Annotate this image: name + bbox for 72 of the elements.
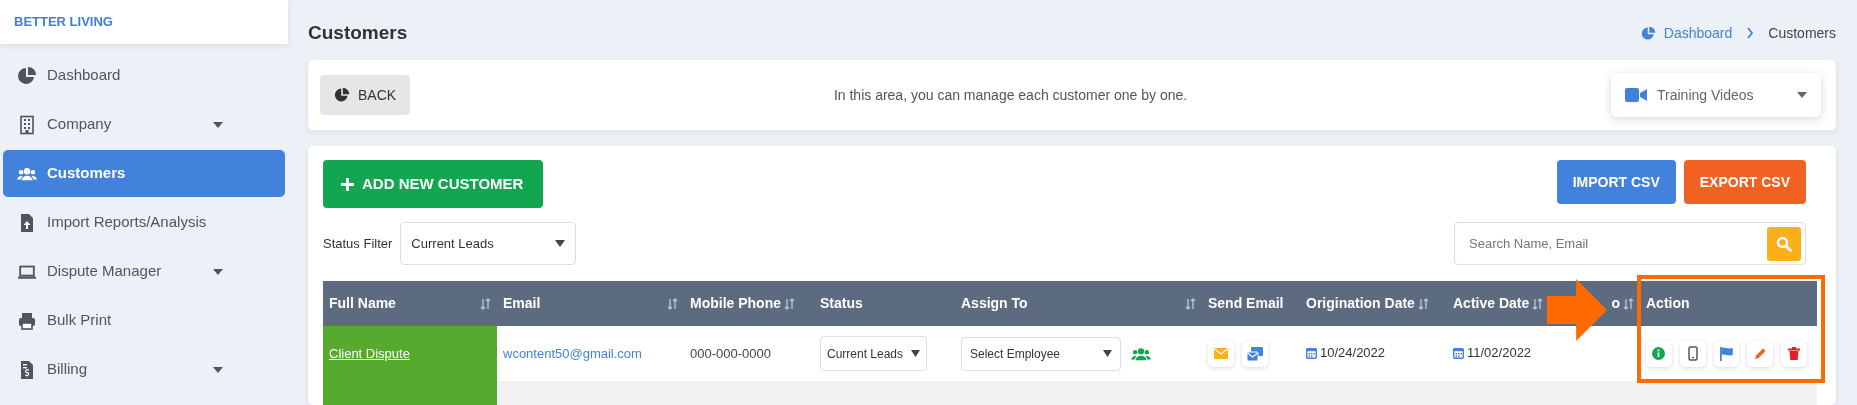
sort-icon[interactable] xyxy=(784,297,795,310)
origination-date: 10/24/2022 xyxy=(1306,342,1386,363)
sort-icon[interactable] xyxy=(1417,297,1429,310)
sidebar-item[interactable]: Bulk Print xyxy=(3,297,285,344)
sidebar-item[interactable]: Import Reports/Analysis xyxy=(3,199,285,246)
caret-icon xyxy=(213,121,223,128)
sidebar-item[interactable]: Billing xyxy=(3,346,285,393)
search-icon xyxy=(1776,235,1792,252)
status-filter-select[interactable]: Current Leads xyxy=(400,222,577,265)
search-field[interactable]: Search Name, Email xyxy=(1454,222,1806,265)
phone-icon xyxy=(1687,346,1698,361)
chevron-icon xyxy=(1746,27,1755,39)
page-title: Customers xyxy=(308,20,408,45)
sort-icon[interactable] xyxy=(1532,297,1544,310)
active-date: 11/02/2022 xyxy=(1453,342,1532,363)
employee-select[interactable]: Select Employee xyxy=(961,336,1121,371)
edit-button[interactable] xyxy=(1747,340,1774,367)
sidebar-item[interactable]: Dispute Manager xyxy=(3,248,285,295)
calendar-icon xyxy=(1306,346,1317,359)
pie-chart-icon xyxy=(1640,25,1656,41)
customer-name-link[interactable]: Client Dispute xyxy=(329,345,410,361)
email-link[interactable]: wcontent50@gmail.com xyxy=(503,345,642,361)
delete-button[interactable] xyxy=(1781,340,1807,367)
video-camera-icon xyxy=(1625,88,1647,102)
training-videos-dropdown[interactable]: Training Videos xyxy=(1611,73,1821,117)
flag-icon xyxy=(1720,346,1733,361)
column-header: Status xyxy=(820,294,863,313)
envelopes-icon xyxy=(1247,346,1263,361)
trash-icon xyxy=(1788,347,1801,360)
sidebar-item[interactable]: Dashboard xyxy=(3,52,285,99)
column-header: Send Email xyxy=(1208,294,1284,313)
brand-logo[interactable]: BETTER LIVING xyxy=(0,0,288,44)
calendar-icon xyxy=(1453,346,1464,359)
caret-icon xyxy=(911,350,920,357)
caret-icon xyxy=(555,240,566,247)
sort-icon[interactable] xyxy=(480,297,491,310)
mobile-phone-button[interactable] xyxy=(1679,340,1706,367)
info-button[interactable] xyxy=(1646,340,1672,367)
pie-chart-icon xyxy=(334,87,350,103)
annotation-arrow xyxy=(1547,279,1607,341)
bulk-email-button[interactable] xyxy=(1242,340,1268,367)
pie-chart-icon xyxy=(17,65,37,86)
flag-button[interactable] xyxy=(1713,340,1740,367)
plus-icon xyxy=(341,177,354,191)
search-button[interactable] xyxy=(1767,226,1801,261)
sort-icon[interactable] xyxy=(667,297,678,310)
status-filter-label: Status Filter xyxy=(323,234,393,253)
add-customer-button[interactable]: ADD NEW CUSTOMER xyxy=(323,160,543,208)
envelope-icon xyxy=(1214,348,1228,359)
caret-icon xyxy=(1103,350,1112,357)
email-button[interactable] xyxy=(1208,340,1234,367)
column-header[interactable]: o xyxy=(1611,293,1634,314)
breadcrumb-current: Customers xyxy=(1768,23,1836,43)
sort-icon[interactable] xyxy=(1623,297,1634,310)
sidebar-item[interactable]: Company xyxy=(3,101,285,148)
printer-icon xyxy=(17,310,37,331)
column-header: Action xyxy=(1646,294,1690,313)
building-icon xyxy=(17,114,37,135)
caret-icon xyxy=(213,366,223,373)
info-message: In this area, you can manage each customer one by one. xyxy=(833,85,1188,105)
import-csv-button[interactable]: IMPORT CSV xyxy=(1556,160,1676,204)
sort-icon[interactable] xyxy=(1185,297,1196,310)
status-select[interactable]: Current Leads xyxy=(820,336,927,371)
pencil-icon xyxy=(1753,347,1767,360)
phone-text: 000-000-0000 xyxy=(690,345,771,361)
breadcrumb-link[interactable]: Dashboard xyxy=(1663,22,1733,44)
caret-icon xyxy=(1797,92,1807,98)
back-button[interactable]: BACK xyxy=(320,75,411,115)
export-csv-button[interactable]: EXPORT CSV xyxy=(1683,160,1806,204)
sidebar-item[interactable]: Customers xyxy=(3,150,285,197)
caret-icon xyxy=(213,268,223,275)
info-icon xyxy=(1652,347,1666,360)
